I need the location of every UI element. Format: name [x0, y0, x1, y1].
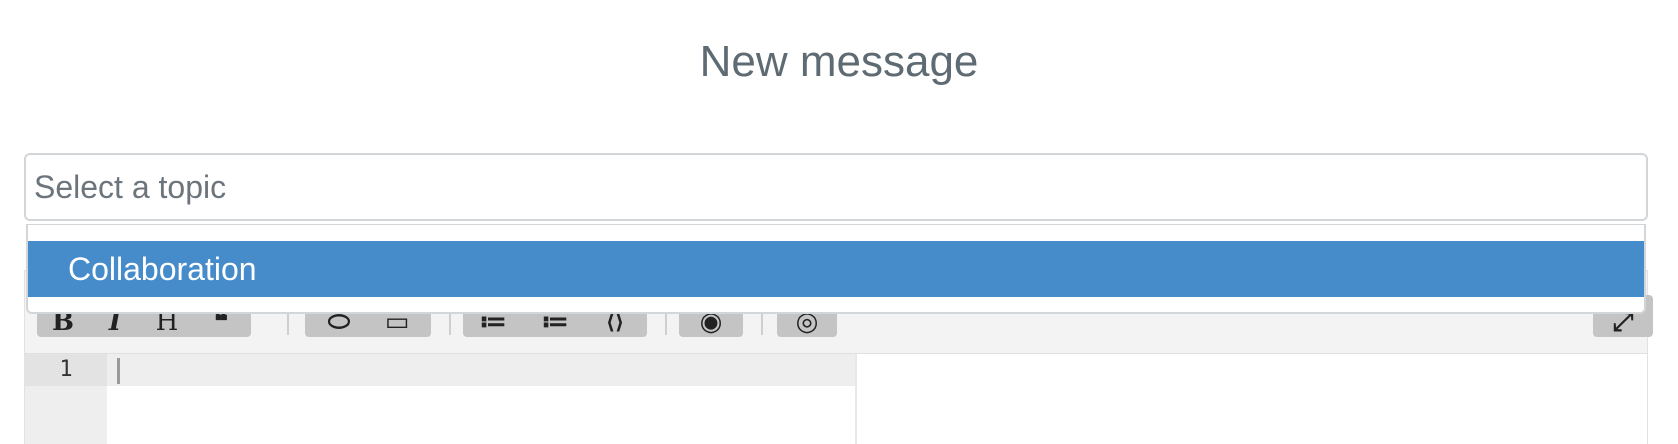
new-message-page: New message Select a topic B I H ❝ ⬭ ▭ ≔…	[0, 0, 1678, 444]
preview-divider	[855, 354, 857, 444]
line-number: 1	[25, 354, 107, 386]
text-cursor	[117, 358, 120, 384]
editor-text-area[interactable]	[107, 354, 855, 386]
topic-option-collaboration[interactable]: Collaboration	[28, 241, 1644, 297]
topic-option-label: Collaboration	[68, 251, 257, 287]
topic-select-placeholder: Select a topic	[34, 169, 227, 205]
topic-select[interactable]: Select a topic	[24, 153, 1648, 221]
topic-dropdown: Collaboration	[26, 224, 1646, 314]
page-title: New message	[699, 37, 979, 86]
